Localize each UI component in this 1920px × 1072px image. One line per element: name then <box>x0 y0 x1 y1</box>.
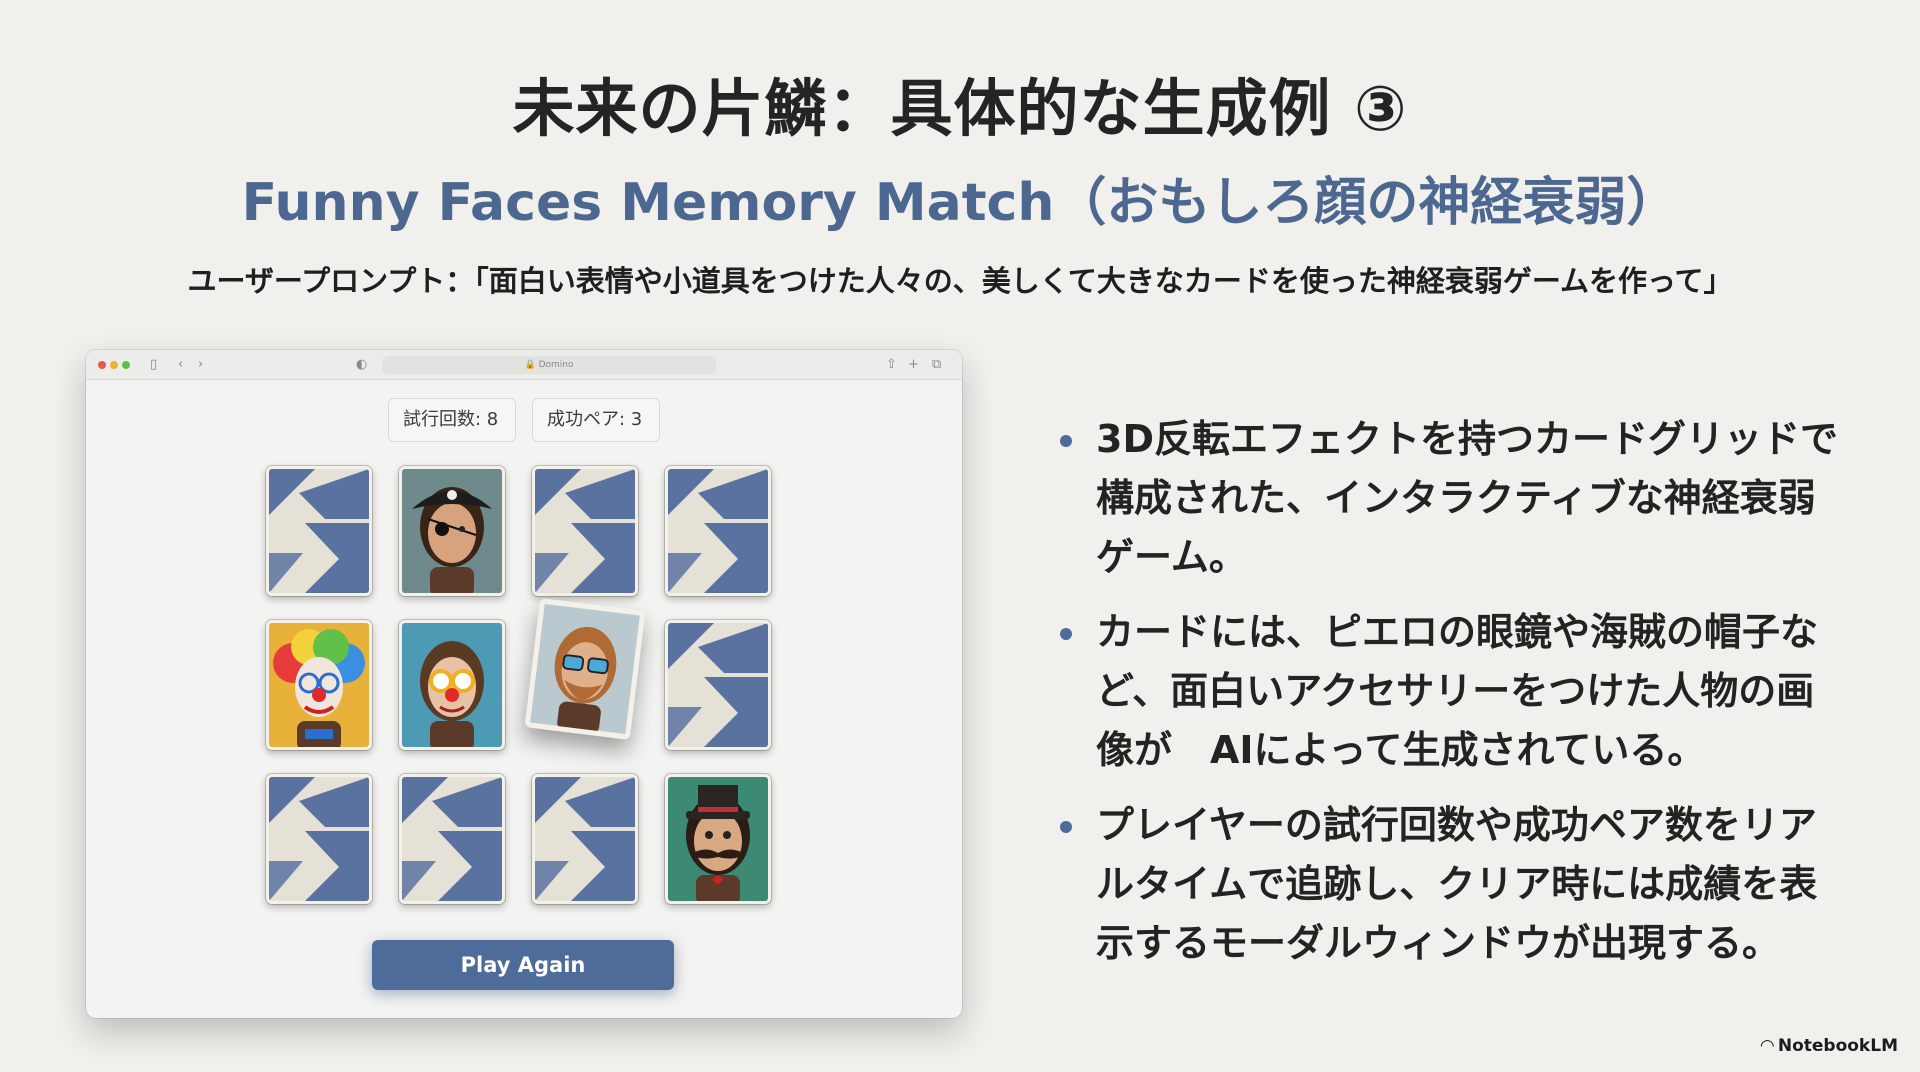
notebooklm-icon: ◠ <box>1760 1036 1774 1056</box>
play-again-button[interactable]: Play Again <box>372 940 674 990</box>
user-prompt: ユーザープロンプト：「面白い表情や小道具をつけた人々の、美しくて大きなカードを使… <box>187 264 1733 298</box>
sidebar-icon[interactable]: ▯ <box>150 356 157 374</box>
maximize-window-button[interactable] <box>122 361 130 369</box>
memory-card-back[interactable] <box>532 466 638 596</box>
brand-logo: ◠ NotebookLM <box>1761 1036 1898 1056</box>
tabs-icon[interactable]: ⧉ <box>932 356 941 374</box>
slide-title: 未来の片鱗：具体的な生成例 ③ <box>512 72 1408 145</box>
shield-icon[interactable]: ◐ <box>356 356 367 374</box>
memory-card-back[interactable] <box>532 774 638 904</box>
memory-card-back[interactable] <box>665 620 771 750</box>
memory-card-back[interactable] <box>266 466 372 596</box>
feature-item: 3D反転エフェクトを持つカードグリッドで構成された、インタラクティブな神経衰弱ゲ… <box>1058 410 1838 587</box>
feature-list: 3D反転エフェクトを持つカードグリッドで構成された、インタラクティブな神経衰弱ゲ… <box>1058 410 1838 989</box>
memory-card-back[interactable] <box>266 774 372 904</box>
pairs-counter: 成功ペア: 3 <box>532 398 660 442</box>
brand-name: NotebookLM <box>1777 1036 1898 1056</box>
memory-card-pirate[interactable] <box>399 466 505 596</box>
browser-window: ▯ ‹ › ◐ 🔒 Domino ⇧ + ⧉ 試行回数: 8 成功ペア: 3 P… <box>86 350 962 1018</box>
memory-card-clown-rainbow-wig[interactable] <box>266 620 372 750</box>
memory-card-back[interactable] <box>399 774 505 904</box>
slide-subtitle: Funny Faces Memory Match（おもしろ顔の神経衰弱） <box>241 173 1679 233</box>
new-tab-icon[interactable]: + <box>908 356 919 374</box>
memory-card-back[interactable] <box>665 466 771 596</box>
minimize-window-button[interactable] <box>110 361 118 369</box>
browser-titlebar: ▯ ‹ › ◐ 🔒 Domino ⇧ + ⧉ <box>86 350 962 380</box>
memory-card-bearded-man-sunglasses[interactable] <box>524 598 646 740</box>
share-icon[interactable]: ⇧ <box>886 356 897 374</box>
attempts-counter: 試行回数: 8 <box>388 398 516 442</box>
back-icon[interactable]: ‹ <box>178 356 183 374</box>
memory-card-man-clown-glasses[interactable] <box>399 620 505 750</box>
memory-card-mustache-top-hat[interactable] <box>665 774 771 904</box>
close-window-button[interactable] <box>98 361 106 369</box>
forward-icon[interactable]: › <box>198 356 203 374</box>
feature-item: カードには、ピエロの眼鏡や海賊の帽子など、面白いアクセサリーをつけた人物の画像が… <box>1058 603 1838 780</box>
address-bar[interactable]: 🔒 Domino <box>382 356 716 374</box>
feature-item: プレイヤーの試行回数や成功ペア数をリアルタイムで追跡し、クリア時には成績を表示す… <box>1058 796 1838 973</box>
